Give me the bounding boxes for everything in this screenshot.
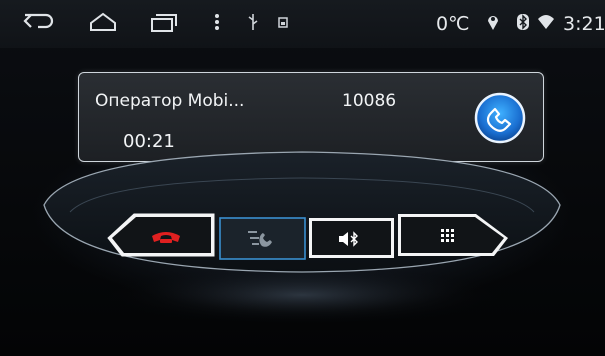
speaker-bluetooth-icon	[339, 231, 358, 247]
temperature-readout: 0℃	[436, 13, 470, 35]
call-info-card: Оператор Mobi... 10086 00:21	[78, 72, 544, 162]
bluetooth-icon	[516, 10, 530, 38]
speaker-mode-button[interactable]	[0, 0, 605, 356]
phone-call-icon	[471, 89, 529, 147]
handset-transfer-icon	[248, 231, 272, 247]
caller-number: 10086	[342, 91, 397, 111]
control-ring	[43, 151, 561, 325]
dialpad-icon	[441, 229, 454, 242]
location-icon	[486, 10, 500, 38]
call-duration: 00:21	[123, 131, 175, 152]
keypad-button[interactable]	[0, 0, 605, 356]
call-screen: 0℃ 3:21 Оператор Mobi... 10086 00:21	[0, 0, 605, 356]
menu-dots-icon[interactable]	[212, 10, 222, 38]
transfer-to-phone-button[interactable]	[0, 0, 605, 356]
wifi-icon	[537, 10, 555, 38]
clock: 3:21	[563, 13, 605, 35]
caller-name: Оператор Mobi...	[95, 91, 245, 111]
home-icon[interactable]	[88, 10, 118, 38]
hang-up-icon	[152, 232, 180, 243]
usb-icon	[246, 10, 260, 38]
screenshot-icon	[276, 10, 290, 38]
hang-up-button[interactable]	[0, 0, 605, 356]
back-icon[interactable]	[22, 10, 56, 38]
recent-apps-icon[interactable]	[148, 10, 178, 38]
status-bar: 0℃ 3:21	[0, 0, 605, 48]
